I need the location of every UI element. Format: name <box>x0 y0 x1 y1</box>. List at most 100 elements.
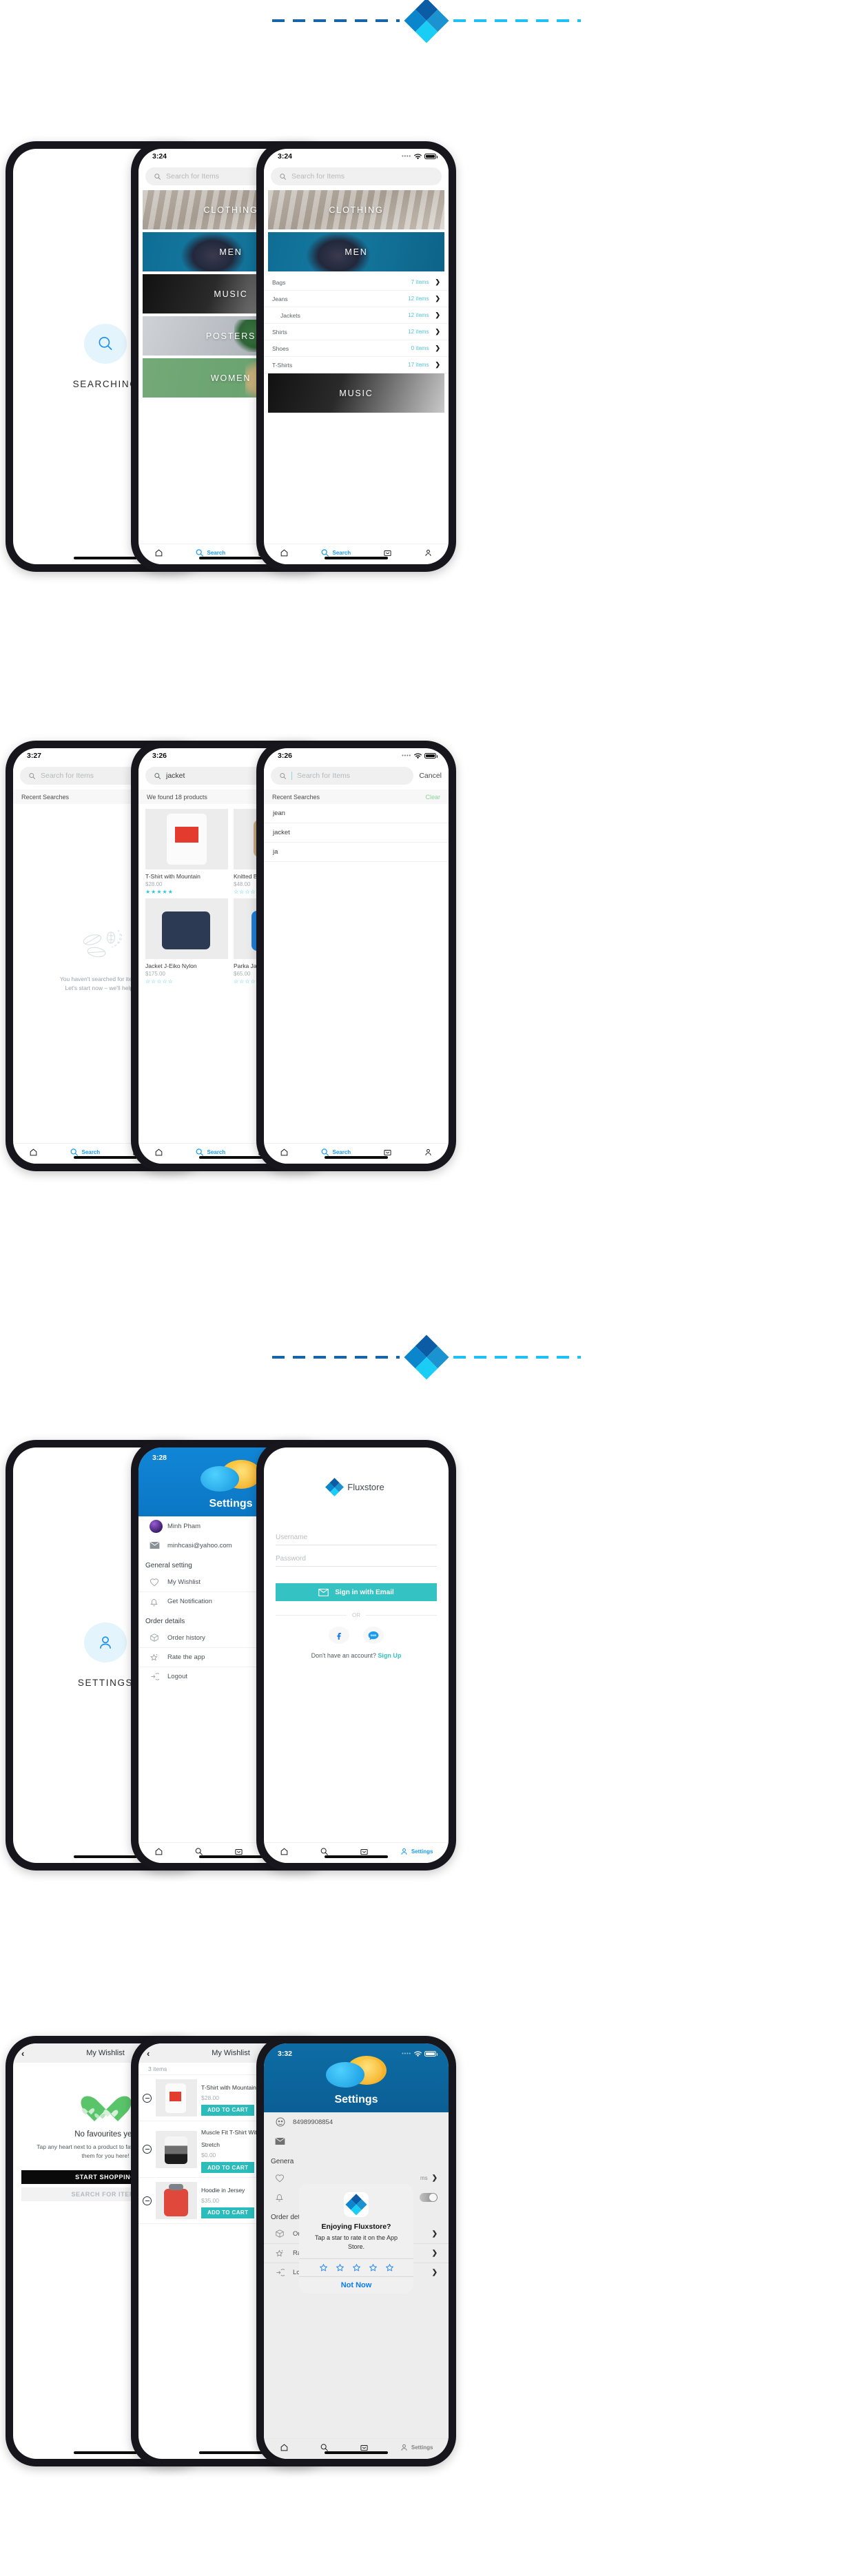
subcategory-row-shirts[interactable]: Shirts 12 items ❯ <box>264 324 449 340</box>
search-input[interactable]: Search for Items <box>271 167 442 185</box>
section-title: Recent Searches <box>272 793 320 801</box>
cancel-button[interactable]: Cancel <box>419 772 442 780</box>
list-item[interactable]: jean <box>264 804 449 823</box>
user-id: 84989908854 <box>293 2118 333 2126</box>
star-icon[interactable] <box>352 2263 361 2272</box>
star-icon[interactable] <box>336 2263 345 2272</box>
wifi-icon <box>414 153 422 160</box>
chevron-right-icon: ❯ <box>435 361 440 368</box>
product-rating: ☆☆☆☆☆ <box>145 978 174 985</box>
sign-in-button[interactable]: Sign in with Email <box>276 1583 437 1601</box>
screen-login: Fluxstore Username Password Sign in with… <box>264 1447 449 1863</box>
category-tile-clothing[interactable]: CLOTHING <box>268 190 444 229</box>
tab-home[interactable] <box>154 1148 163 1157</box>
box-icon <box>150 1633 167 1642</box>
person-icon <box>401 2444 407 2451</box>
list-item[interactable]: jacket <box>264 823 449 843</box>
chevron-right-icon: ❯ <box>435 328 440 335</box>
tab-home[interactable] <box>280 1148 289 1157</box>
splash-label: SEARCHING <box>72 379 138 389</box>
home-icon <box>155 549 163 557</box>
group-title-general: Genera <box>271 2158 294 2165</box>
status-time: 3:24 <box>278 152 293 161</box>
remove-item-button[interactable] <box>143 2093 152 2103</box>
facebook-icon <box>337 1632 341 1640</box>
sign-up-link[interactable]: Sign Up <box>378 1652 401 1659</box>
subcategory-row-jackets[interactable]: Jackets 12 items ❯ <box>264 307 449 324</box>
username-field[interactable]: Username <box>276 1534 437 1545</box>
tab-settings[interactable]: Settings <box>400 2443 433 2452</box>
list-item[interactable]: ja <box>264 843 449 862</box>
rating-stars[interactable] <box>299 2258 413 2276</box>
subcategory-name: Shirts <box>272 328 287 336</box>
clear-button[interactable]: Clear <box>425 794 440 801</box>
tab-home[interactable] <box>280 2443 289 2452</box>
subcategory-row-shoes[interactable]: Shoes 0 items ❯ <box>264 340 449 357</box>
product-card[interactable]: Jacket J-Eiko Nylon $175.00 ☆☆☆☆☆ <box>145 898 228 985</box>
divider-dash-left <box>272 19 400 22</box>
login-form: Fluxstore Username Password Sign in with… <box>264 1447 449 1842</box>
star-icon[interactable] <box>385 2263 394 2272</box>
category-tile-men[interactable]: MEN <box>268 232 444 271</box>
add-to-cart-button[interactable]: ADD TO CART <box>201 2207 255 2218</box>
search-placeholder: Search for Items <box>291 172 345 181</box>
heart-icon <box>150 1578 167 1587</box>
status-bar: 3:24 •••• <box>264 149 449 164</box>
battery-icon <box>424 153 438 160</box>
notification-toggle[interactable] <box>420 2192 438 2202</box>
tab-bar: Search <box>264 1143 449 1164</box>
signup-prompt: Don't have an account? Sign Up <box>276 1652 437 1659</box>
search-input[interactable]: Search for Items <box>271 767 414 785</box>
home-indicator <box>74 1156 137 1159</box>
hearts-illustration <box>81 2085 130 2122</box>
category-tile-music[interactable]: MUSIC <box>268 373 444 413</box>
tab-home[interactable] <box>280 548 289 557</box>
tab-account[interactable] <box>424 1148 433 1157</box>
wifi-icon <box>414 752 422 759</box>
product-rating: ★★★★★ <box>145 889 174 895</box>
remove-item-button[interactable] <box>143 2196 152 2205</box>
chevron-right-icon: ❯ <box>431 2229 438 2238</box>
remove-item-button[interactable] <box>143 2145 152 2154</box>
divider-dash-left <box>272 1356 400 1359</box>
tab-label: Search <box>207 1149 226 1155</box>
subcategory-row-jeans[interactable]: Jeans 12 items ❯ <box>264 291 449 307</box>
person-icon <box>401 1848 407 1855</box>
heart-icon <box>96 2111 103 2117</box>
product-image <box>145 898 228 959</box>
bell-icon <box>150 1597 167 1607</box>
avatar <box>275 2116 293 2127</box>
star-icon <box>150 1653 167 1662</box>
star-icon[interactable] <box>319 2263 328 2272</box>
tab-home[interactable] <box>29 1148 38 1157</box>
tab-label: Settings <box>411 2444 433 2451</box>
sms-login-button[interactable]: SMS <box>363 1627 384 1644</box>
logout-icon <box>275 2268 293 2277</box>
password-field[interactable]: Password <box>276 1555 437 1567</box>
search-icon <box>29 772 36 779</box>
subcategory-name: Shoes <box>272 344 289 352</box>
tab-home[interactable] <box>154 1847 163 1856</box>
product-price: $175.00 <box>145 971 165 977</box>
add-to-cart-button[interactable]: ADD TO CART <box>201 2162 255 2173</box>
empty-headline: No favourites yet. <box>74 2130 136 2139</box>
box-icon <box>275 2229 293 2238</box>
subcategory-row-bags[interactable]: Bags 7 items ❯ <box>264 274 449 291</box>
tab-home[interactable] <box>154 548 163 557</box>
product-image <box>145 809 228 869</box>
add-to-cart-button[interactable]: ADD TO CART <box>201 2104 255 2116</box>
subcategory-name: Jackets <box>280 311 300 319</box>
brand-logo-row: Fluxstore <box>276 1478 437 1496</box>
tab-account[interactable] <box>424 548 433 557</box>
category-label: MEN <box>345 247 368 257</box>
product-card[interactable]: T-Shirt with Mountain $28.00 ★★★★★ <box>145 809 228 895</box>
subcategory-name: Bags <box>272 278 286 286</box>
tab-home[interactable] <box>280 1847 289 1856</box>
not-now-button[interactable]: Not Now <box>299 2276 413 2294</box>
splash-label: SETTINGS <box>77 1678 134 1688</box>
battery-icon <box>424 752 438 759</box>
star-icon[interactable] <box>369 2263 378 2272</box>
subcategory-row-tshirts[interactable]: T-Shirts 17 items ❯ <box>264 357 449 373</box>
facebook-login-button[interactable] <box>329 1627 349 1644</box>
tab-settings[interactable]: Settings <box>400 1847 433 1856</box>
